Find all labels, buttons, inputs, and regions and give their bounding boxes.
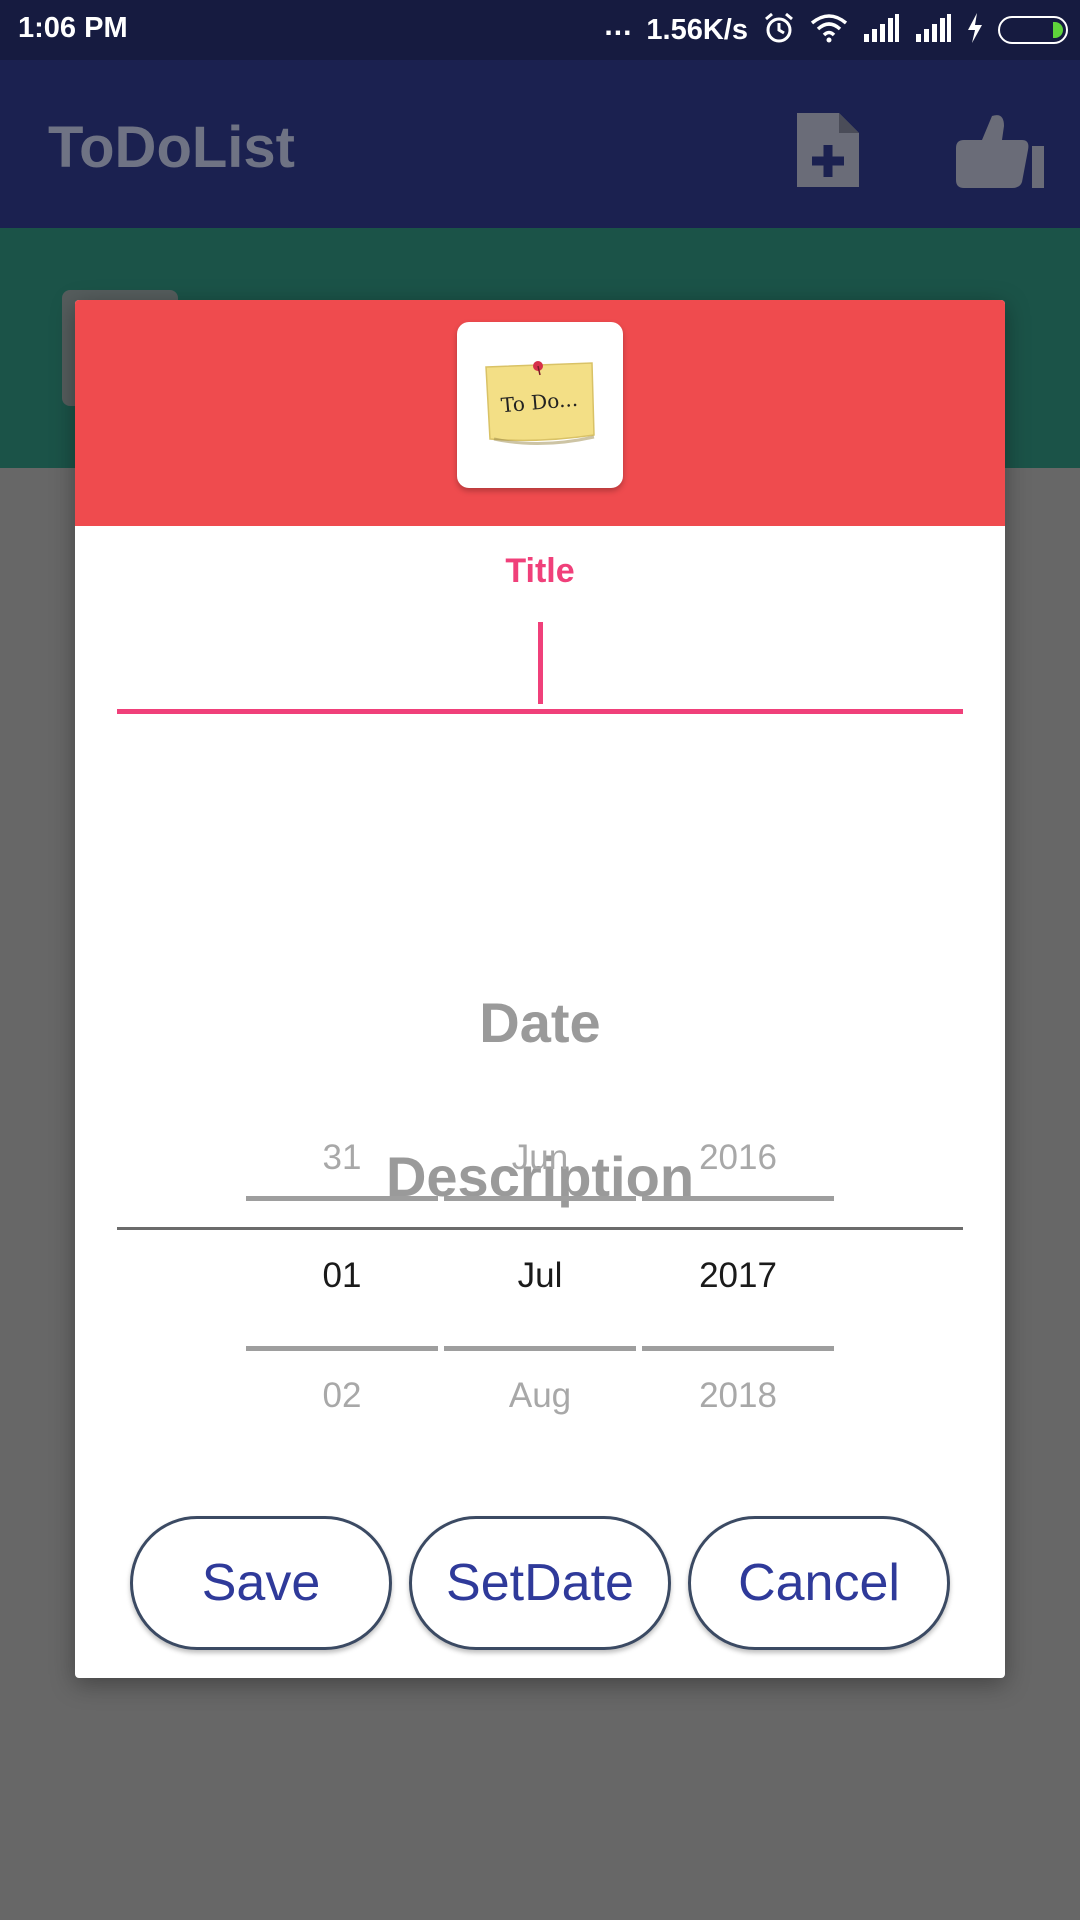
year-selected[interactable]: 2017	[642, 1256, 834, 1296]
todo-logo: To Do...	[457, 322, 623, 488]
day-selected[interactable]: 01	[246, 1256, 438, 1296]
status-time: 1:06 PM	[18, 12, 128, 44]
year-prev[interactable]: 2016	[642, 1138, 834, 1178]
title-label: Title	[505, 552, 575, 590]
day-prev[interactable]: 31	[246, 1138, 438, 1178]
signal-icon	[862, 13, 900, 47]
network-speed: 1.56K/s	[646, 13, 748, 46]
month-picker[interactable]: Jun Jul Aug	[444, 1110, 636, 1440]
dialog-header: To Do...	[75, 300, 1005, 526]
divider	[642, 1346, 834, 1351]
cancel-button[interactable]: Cancel	[688, 1516, 950, 1650]
add-todo-dialog: To Do... Title Description Date 31 01 02…	[75, 300, 1005, 1678]
year-picker[interactable]: 2016 2017 2018	[642, 1110, 834, 1440]
divider	[444, 1196, 636, 1201]
set-date-button[interactable]: SetDate	[409, 1516, 671, 1650]
text-cursor	[538, 622, 543, 704]
day-next[interactable]: 02	[246, 1376, 438, 1416]
app-bar: ToDoList	[0, 60, 1080, 228]
day-picker[interactable]: 31 01 02	[246, 1110, 438, 1440]
divider	[642, 1196, 834, 1201]
year-next[interactable]: 2018	[642, 1376, 834, 1416]
month-next[interactable]: Aug	[444, 1376, 636, 1416]
month-selected[interactable]: Jul	[444, 1256, 636, 1296]
thumbs-up-button[interactable]	[948, 100, 1048, 200]
charging-icon	[966, 12, 984, 48]
thumbs-up-icon	[956, 115, 1044, 188]
divider	[246, 1196, 438, 1201]
divider	[246, 1346, 438, 1351]
save-button[interactable]: Save	[130, 1516, 392, 1650]
alarm-icon	[762, 11, 796, 50]
add-note-button[interactable]	[778, 100, 878, 200]
notification-dots: ...	[604, 9, 633, 42]
status-icons: ... 1.56K/s	[604, 9, 1068, 50]
battery-icon	[998, 16, 1068, 44]
date-picker: 31 01 02 Jun Jul Aug 2016 2017 2018	[246, 1110, 834, 1440]
divider	[444, 1346, 636, 1351]
signal-icon	[914, 13, 952, 47]
add-note-icon	[797, 113, 859, 187]
month-prev[interactable]: Jun	[444, 1138, 636, 1178]
status-bar: 1:06 PM ... 1.56K/s	[0, 0, 1080, 60]
wifi-icon	[810, 13, 848, 48]
app-title: ToDoList	[48, 115, 295, 180]
date-label: Date	[479, 991, 601, 1054]
